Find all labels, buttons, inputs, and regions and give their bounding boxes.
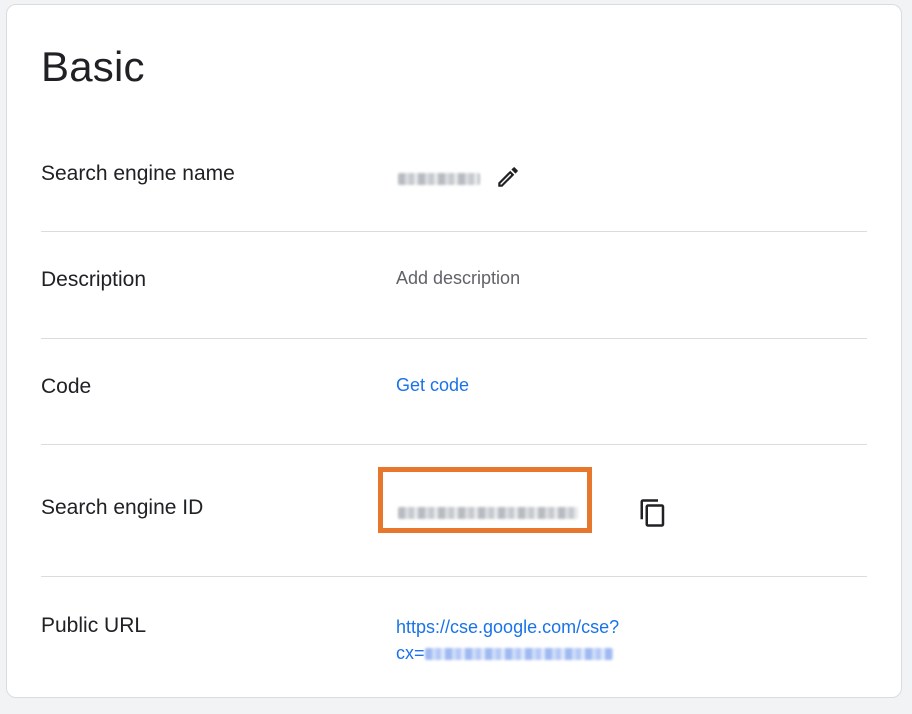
basic-settings-card: Basic Search engine name Description Add… (6, 4, 902, 698)
search-engine-name-value (398, 169, 480, 190)
add-description-link[interactable]: Add description (396, 268, 520, 289)
get-code-link[interactable]: Get code (396, 375, 469, 396)
divider (41, 444, 867, 445)
pencil-icon (498, 167, 518, 187)
search-engine-name-label: Search engine name (41, 162, 235, 185)
divider (41, 231, 867, 232)
copy-id-button[interactable] (633, 493, 673, 533)
code-label: Code (41, 375, 92, 398)
public-url-prefix: cx= (396, 643, 425, 663)
description-label: Description (41, 268, 147, 291)
section-title: Basic (41, 43, 145, 90)
search-engine-id-highlight (378, 467, 592, 533)
edit-name-button[interactable] (492, 161, 524, 193)
divider (41, 338, 867, 339)
copy-icon (640, 499, 665, 527)
public-url-line2: cx= (396, 640, 619, 666)
public-url-link[interactable]: https://cse.google.com/cse? cx= (396, 614, 619, 666)
public-url-label: Public URL (41, 614, 147, 637)
public-url-id-redacted (424, 648, 613, 661)
search-engine-id-label: Search engine ID (41, 496, 204, 519)
public-url-line1: https://cse.google.com/cse? (396, 617, 620, 637)
divider (41, 576, 867, 577)
